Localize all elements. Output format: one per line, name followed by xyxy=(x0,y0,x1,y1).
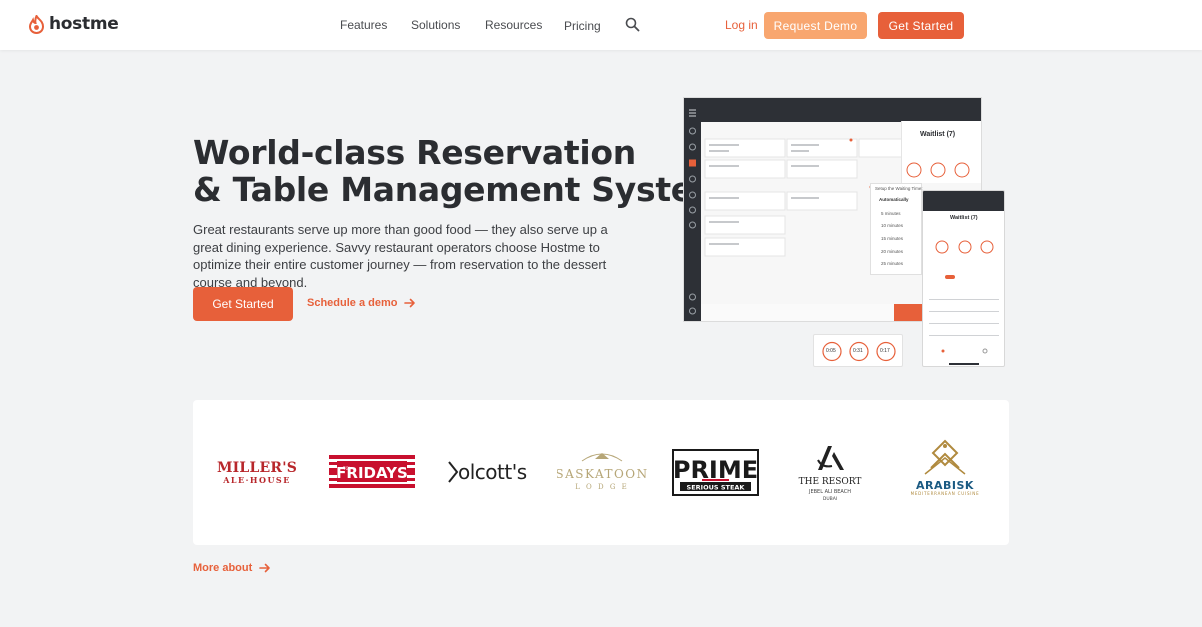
timer-value: 0:31 xyxy=(853,348,863,354)
logo-wordmark: hostme xyxy=(49,14,119,34)
popup-title: Setup the Waiting Time: xyxy=(875,186,923,191)
timer-card: 0:05 0:31 0:17 xyxy=(813,334,903,367)
popup-option: Automatically xyxy=(879,197,909,202)
popup-option: 10 minutes xyxy=(881,223,904,228)
arrow-right-icon xyxy=(404,298,416,308)
hero-get-started-button[interactable]: Get Started xyxy=(193,287,293,321)
popup-option: 20 minutes xyxy=(881,249,904,254)
more-about-label: More about xyxy=(193,562,253,574)
hero-title: World-class Reservation & Table Manageme… xyxy=(193,133,727,209)
timer-value: 0:05 xyxy=(826,348,836,354)
request-demo-button[interactable]: Request Demo xyxy=(764,12,867,39)
nav-pricing[interactable]: Pricing xyxy=(564,19,601,33)
header-get-started-button[interactable]: Get Started xyxy=(878,12,964,39)
waitlist-title: Waitlist (7) xyxy=(920,131,956,138)
svg-text:SASKATOON: SASKATOON xyxy=(557,467,647,481)
app-sidebar xyxy=(684,98,701,321)
search-icon[interactable] xyxy=(625,17,640,32)
logo-tgi-fridays: FRIDAYS TGI xyxy=(329,455,415,488)
timer-value: 0:17 xyxy=(880,348,890,354)
popup-option: 15 minutes xyxy=(881,236,904,241)
logo-arabisk: ARABISK MEDITERRANEAN CUISINE xyxy=(901,438,989,498)
logo-millers-ale-house: MILLER'S ALE·HOUSE xyxy=(216,460,298,485)
app-topbar xyxy=(701,98,981,122)
nav-resources[interactable]: Resources xyxy=(485,18,542,32)
svg-text:JEBEL ALI BEACH: JEBEL ALI BEACH xyxy=(808,489,851,495)
mobile-topbar xyxy=(923,191,1004,211)
schedule-demo-label: Schedule a demo xyxy=(307,297,398,309)
nav-solutions[interactable]: Solutions xyxy=(411,18,460,32)
waitlist-panel: Waitlist (7) xyxy=(901,121,981,183)
logo-prime-serious-steak: PRIME SERIOUS STEAK xyxy=(672,449,759,496)
logo-saskatoon-lodge: SASKATOON L O D G E xyxy=(557,447,647,497)
svg-text:L O D G E: L O D G E xyxy=(575,483,629,491)
hero-description: Great restaurants serve up more than goo… xyxy=(193,222,608,290)
svg-text:DUBAI: DUBAI xyxy=(823,496,837,502)
svg-text:THE RESORT: THE RESORT xyxy=(799,477,862,487)
hostme-logo[interactable]: hostme xyxy=(28,14,119,34)
mobile-app-screenshot: Waitlist (7) xyxy=(922,190,1005,367)
mobile-waitlist-title: Waitlist (7) xyxy=(950,215,978,221)
hero-title-line-2: & Table Management System xyxy=(193,170,727,209)
more-about-link[interactable]: More about xyxy=(193,562,271,574)
popup-option: 25 minutes xyxy=(881,261,904,266)
svg-text:SERIOUS STEAK: SERIOUS STEAK xyxy=(687,484,746,492)
site-header: hostme Features Solutions Resources Pric… xyxy=(0,0,1202,50)
svg-text:MEDITERRANEAN CUISINE: MEDITERRANEAN CUISINE xyxy=(911,491,980,496)
login-link[interactable]: Log in xyxy=(725,18,758,32)
hero-title-line-1: World-class Reservation xyxy=(193,133,636,172)
nav-features[interactable]: Features xyxy=(340,18,387,32)
arrow-right-icon xyxy=(259,563,271,573)
svg-text:TGI: TGI xyxy=(342,466,350,471)
svg-text:olcott's: olcott's xyxy=(458,460,527,484)
flame-logo-icon xyxy=(28,14,45,34)
logo-the-resort-jebel-ali: THE RESORT JEBEL ALI BEACH DUBAI xyxy=(788,442,872,504)
schedule-demo-link[interactable]: Schedule a demo xyxy=(307,297,416,309)
client-logos-panel: MILLER'S ALE·HOUSE FRIDAYS TGI olcott's … xyxy=(193,400,1009,545)
logo-olcotts: olcott's xyxy=(443,457,531,487)
popup-option: 5 minutes xyxy=(881,211,901,216)
waiting-time-popup: Setup the Waiting Time: Automatically 5 … xyxy=(870,183,923,275)
app-action-bar xyxy=(894,304,924,321)
